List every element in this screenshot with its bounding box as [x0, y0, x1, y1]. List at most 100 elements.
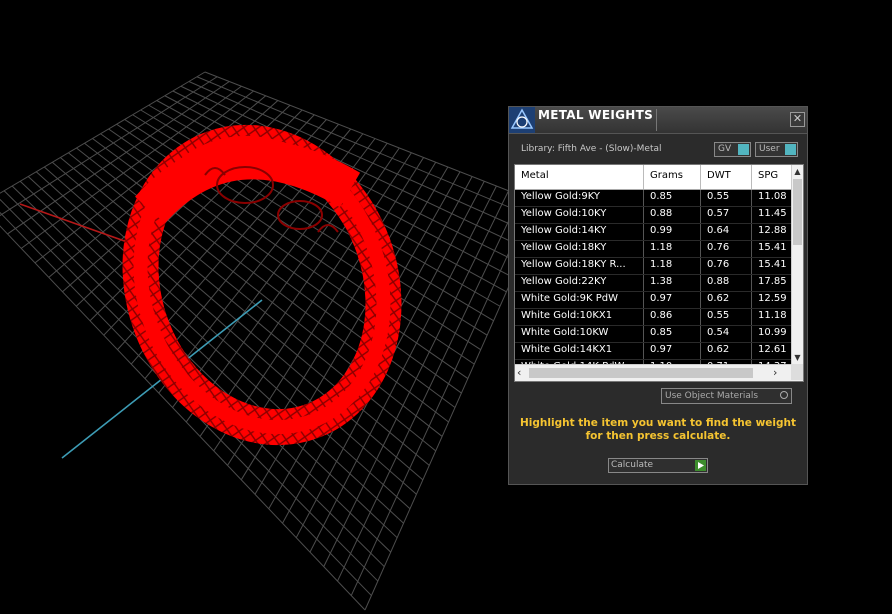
spg-cell: 17.85 — [758, 276, 787, 287]
dwt-cell: 0.62 — [707, 344, 730, 355]
dwt-cell: 0.76 — [707, 242, 730, 253]
column-divider — [643, 207, 644, 223]
scrollbar-corner — [791, 364, 803, 380]
user-toggle-indicator — [785, 144, 796, 155]
close-icon[interactable]: ✕ — [790, 112, 805, 127]
play-icon — [695, 460, 706, 471]
column-divider — [700, 309, 701, 325]
grams-cell: 0.85 — [650, 327, 673, 338]
vertical-scrollbar[interactable]: ▲ ▼ — [791, 165, 803, 364]
spg-cell: 15.41 — [758, 242, 787, 253]
panel-titlebar[interactable]: METAL WEIGHTS ✕ — [509, 107, 807, 134]
instructions-text: Highlight the item you want to find the … — [520, 417, 796, 442]
scroll-left-icon[interactable]: ‹ — [517, 366, 521, 379]
spg-cell: 11.08 — [758, 191, 787, 202]
column-divider — [700, 292, 701, 308]
column-divider — [751, 292, 752, 308]
metal-cell: Yellow Gold:22KY — [521, 276, 607, 287]
radio-icon[interactable] — [780, 391, 788, 399]
column-divider — [700, 258, 701, 274]
scroll-right-icon[interactable]: › — [773, 366, 777, 379]
table-row[interactable]: Yellow Gold:18KY R... 1.18 0.76 15.41 — [515, 258, 791, 275]
grams-cell: 0.97 — [650, 293, 673, 304]
column-divider — [751, 190, 752, 206]
table-row[interactable]: Yellow Gold:14KY 0.99 0.64 12.88 — [515, 224, 791, 241]
column-divider — [643, 165, 644, 189]
grams-cell: 0.99 — [650, 225, 673, 236]
use-object-materials-option[interactable]: Use Object Materials — [661, 388, 792, 404]
dwt-cell: 0.88 — [707, 276, 730, 287]
metal-cell: White Gold:9K PdW — [521, 293, 618, 304]
spg-cell: 10.99 — [758, 327, 787, 338]
table-body: Yellow Gold:9KY 0.85 0.55 11.08 Yellow Gold:… — [515, 190, 791, 377]
column-divider — [700, 224, 701, 240]
spg-cell: 11.18 — [758, 310, 787, 321]
user-toggle[interactable]: User — [755, 142, 798, 157]
calculate-button[interactable]: Calculate — [608, 458, 708, 473]
column-divider — [643, 258, 644, 274]
column-divider — [700, 275, 701, 291]
metal-cell: Yellow Gold:14KY — [521, 225, 607, 236]
column-divider — [751, 207, 752, 223]
header-metal[interactable]: Metal — [521, 170, 549, 181]
header-spg[interactable]: SPG — [758, 170, 778, 181]
grams-cell: 1.18 — [650, 259, 673, 270]
library-label: Library: Fifth Ave - (Slow)-Metal — [521, 144, 662, 154]
column-divider — [751, 165, 752, 189]
horizontal-scrollbar[interactable]: ‹ › — [515, 364, 803, 381]
table-row[interactable]: Yellow Gold:18KY 1.18 0.76 15.41 — [515, 241, 791, 258]
metal-table[interactable]: Metal Grams DWT SPG Yellow Gold:9KY 0.85 0… — [514, 164, 804, 382]
scroll-down-icon[interactable]: ▼ — [792, 353, 803, 362]
column-divider — [751, 326, 752, 342]
table-row[interactable]: White Gold:10KX1 0.86 0.55 11.18 — [515, 309, 791, 326]
table-header: Metal Grams DWT SPG — [515, 165, 791, 190]
spg-cell: 11.45 — [758, 208, 787, 219]
grams-cell: 0.88 — [650, 208, 673, 219]
vertical-scroll-thumb[interactable] — [793, 179, 802, 245]
grams-cell: 0.97 — [650, 344, 673, 355]
column-divider — [700, 190, 701, 206]
header-dwt[interactable]: DWT — [707, 170, 731, 181]
spg-cell: 15.41 — [758, 259, 787, 270]
column-divider — [751, 224, 752, 240]
gv-toggle[interactable]: GV — [714, 142, 751, 157]
table-row[interactable]: Yellow Gold:9KY 0.85 0.55 11.08 — [515, 190, 791, 207]
column-divider — [751, 258, 752, 274]
column-divider — [751, 343, 752, 359]
table-row[interactable]: Yellow Gold:10KY 0.88 0.57 11.45 — [515, 207, 791, 224]
column-divider — [700, 165, 701, 189]
column-divider — [751, 241, 752, 257]
metal-cell: White Gold:10KW — [521, 327, 609, 338]
scroll-up-icon[interactable]: ▲ — [792, 167, 803, 176]
dwt-cell: 0.55 — [707, 310, 730, 321]
spg-cell: 12.59 — [758, 293, 787, 304]
title-divider — [656, 109, 657, 131]
spg-cell: 12.88 — [758, 225, 787, 236]
grams-cell: 1.18 — [650, 242, 673, 253]
column-divider — [643, 343, 644, 359]
metal-weights-panel: METAL WEIGHTS ✕ Library: Fifth Ave - (Sl… — [508, 106, 808, 485]
metal-cell: Yellow Gold:9KY — [521, 191, 600, 202]
metal-cell: Yellow Gold:10KY — [521, 208, 607, 219]
dwt-cell: 0.62 — [707, 293, 730, 304]
grid-line — [19, 180, 398, 539]
column-divider — [643, 326, 644, 342]
column-divider — [643, 292, 644, 308]
column-divider — [643, 224, 644, 240]
table-row[interactable]: White Gold:10KW 0.85 0.54 10.99 — [515, 326, 791, 343]
dwt-cell: 0.57 — [707, 208, 730, 219]
metal-cell: White Gold:14KX1 — [521, 344, 613, 355]
gv-toggle-label: GV — [718, 144, 732, 154]
table-row[interactable]: Yellow Gold:22KY 1.38 0.88 17.85 — [515, 275, 791, 292]
column-divider — [643, 241, 644, 257]
column-divider — [643, 309, 644, 325]
metal-cell: White Gold:10KX1 — [521, 310, 613, 321]
user-toggle-label: User — [759, 144, 780, 154]
horizontal-scroll-thumb[interactable] — [529, 368, 753, 378]
calculate-label: Calculate — [611, 460, 654, 470]
grid-line — [11, 185, 392, 553]
table-row[interactable]: White Gold:14KX1 0.97 0.62 12.61 — [515, 343, 791, 360]
table-row[interactable]: White Gold:9K PdW 0.97 0.62 12.59 — [515, 292, 791, 309]
app-logo-icon — [509, 107, 535, 133]
header-grams[interactable]: Grams — [650, 170, 683, 181]
